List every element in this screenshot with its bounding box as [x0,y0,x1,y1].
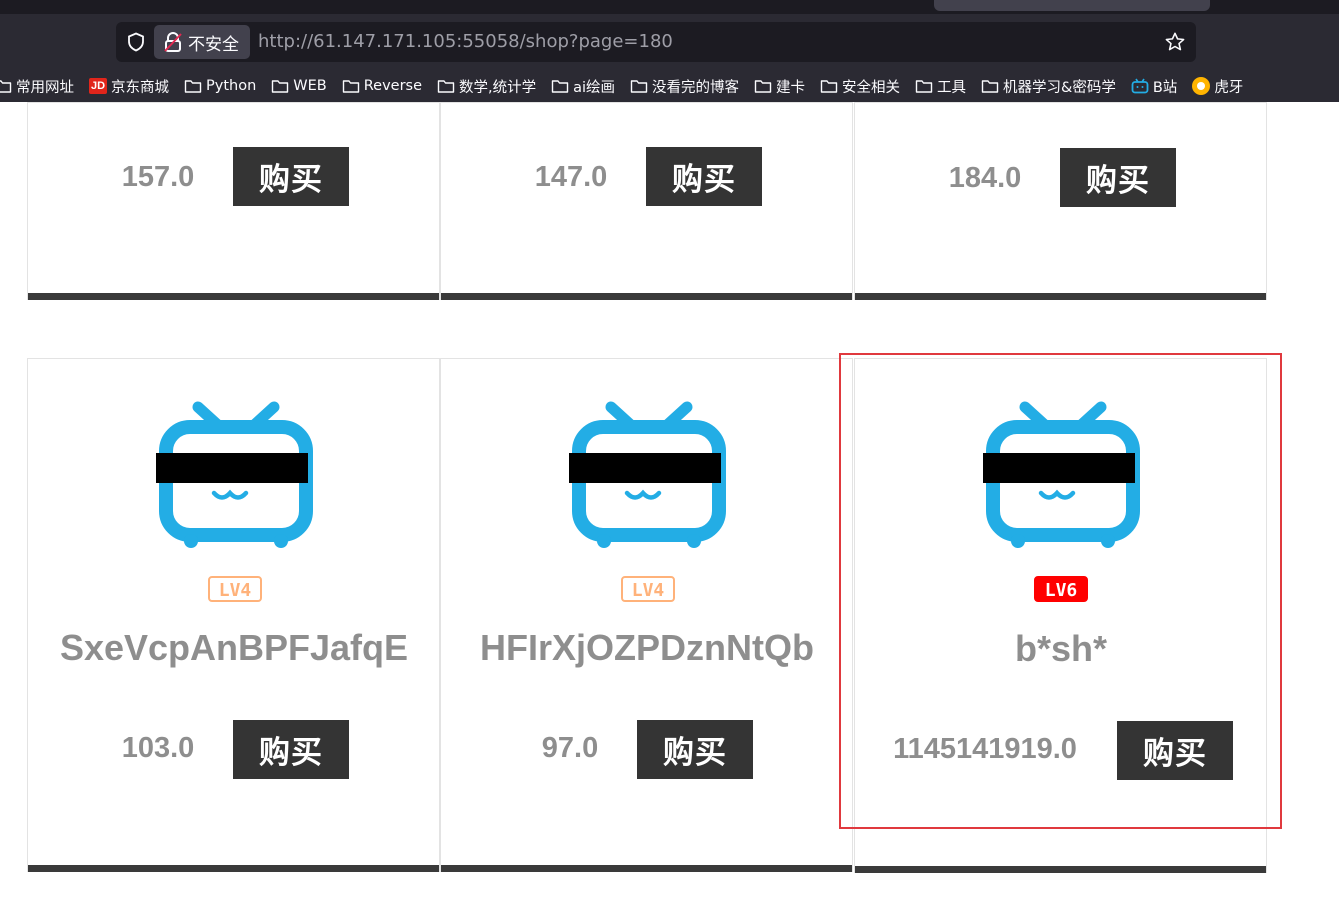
buy-button[interactable]: 购买 [637,720,753,779]
buy-button[interactable]: 购买 [1117,721,1233,780]
bookmark-item[interactable]: WEB [271,78,327,94]
bookmark-item[interactable]: 数学,统计学 [437,76,536,97]
bookmark-item[interactable]: 安全相关 [820,76,900,97]
buy-button[interactable]: 购买 [646,147,762,206]
bookmarks-bar: 常用网址 JD 京东商城 Python WEB Reverse 数学,统计学 ai绘画 没看完的… [0,70,1339,102]
security-indicator[interactable]: 不安全 [154,25,250,59]
product-card: LV6 b*sh* 1145141919.0 购买 [854,358,1267,873]
product-price: 157.0 [121,161,195,193]
product-card: 157.0 购买 [27,102,440,300]
level-text: LV6 [1045,580,1078,601]
bookmark-label: WEB [293,78,327,94]
product-price: 97.0 [541,732,599,764]
folder-icon [437,80,455,93]
product-name: b*sh* [1014,628,1108,669]
card-bottom-bar [441,865,852,872]
bookmark-item[interactable]: 常用网址 [0,76,74,97]
bilibili-icon [1131,78,1149,94]
product-card: 147.0 购买 [440,102,853,300]
card-bottom-bar [28,293,439,300]
product-name: HFIrXjOZPDznNtQb [480,627,814,668]
folder-icon [272,80,289,93]
huya-icon [1192,77,1211,95]
url-path: :55058/shop?page=180 [456,31,673,52]
card-bottom-bar [28,865,439,872]
bookmark-label: 京东商城 [111,79,169,96]
folder-icon [820,80,838,93]
level-text: LV4 [632,580,665,601]
url-bar[interactable]: 不安全 http://61.147.171.105:55058/shop?pag… [116,22,1196,62]
bookmark-item[interactable]: Reverse [342,78,422,94]
level-badge: LV4 [208,576,262,602]
url-text[interactable]: http://61.147.171.105:55058/shop?page=18… [258,31,673,52]
product-price: 1145141919.0 [893,733,1077,765]
folder-icon [981,80,999,93]
level-text: LV4 [219,580,252,601]
bookmark-item[interactable]: ai绘画 [551,76,615,97]
product-name: SxeVcpAnBPFJafqE [59,627,409,668]
folder-icon [754,80,772,93]
folder-icon [0,80,12,93]
bookmark-item[interactable]: 工具 [915,76,966,97]
shield-icon[interactable] [126,32,146,52]
folder-icon [630,80,648,93]
browser-tab-strip [0,0,1339,14]
product-card: LV4 SxeVcpAnBPFJafqE 103.0 购买 [27,358,440,872]
level-badge: LV4 [621,576,675,602]
buy-button[interactable]: 购买 [233,720,349,779]
bookmark-label: Python [206,78,257,94]
bookmark-item[interactable]: JD 京东商城 [89,76,169,97]
bookmark-item[interactable]: 建卡 [754,76,805,97]
folder-icon [915,80,933,93]
folder-icon [342,80,359,93]
bookmark-star-icon[interactable] [1164,31,1186,53]
folder-icon [551,80,569,93]
bookmark-label: 工具 [937,79,967,96]
product-price: 103.0 [121,732,195,764]
jd-icon: JD [89,78,107,94]
bookmark-label: 安全相关 [842,79,901,96]
bookmark-label: 机器学习&密码学 [1003,79,1116,96]
product-price: 184.0 [948,162,1022,194]
censor-bar [156,453,308,483]
level-badge: LV6 [1034,576,1088,602]
folder-icon [184,80,202,93]
bilibili-tv-avatar [156,401,313,548]
bookmark-label: Reverse [363,78,423,94]
product-card: 184.0 购买 [854,102,1267,300]
card-bottom-bar [855,293,1266,300]
buy-button[interactable]: 购买 [233,147,349,206]
bookmark-item[interactable]: 机器学习&密码学 [981,76,1116,97]
insecure-lock-icon [164,32,182,52]
bookmark-item[interactable]: 没看完的博客 [630,76,739,97]
url-host: http://61.147.171.105 [258,31,457,52]
bookmark-label: 建卡 [776,79,806,96]
bookmark-item[interactable]: 虎牙 [1192,76,1243,97]
security-label: 不安全 [188,34,239,55]
bookmark-item[interactable]: Python [184,78,256,94]
browser-toolbar: 不安全 http://61.147.171.105:55058/shop?pag… [0,14,1339,70]
browser-tab[interactable] [934,0,1210,11]
product-price: 147.0 [534,161,608,193]
censor-bar [569,453,721,483]
bookmark-label: 常用网址 [16,79,74,96]
card-bottom-bar [441,293,852,300]
product-card: LV4 HFIrXjOZPDznNtQb 97.0 购买 [440,358,853,872]
buy-button[interactable]: 购买 [1060,148,1176,207]
bookmark-label: 数学,统计学 [459,79,537,96]
bookmark-label: 没看完的博客 [652,79,740,96]
bookmark-label: ai绘画 [573,79,616,96]
bookmark-label: B站 [1152,79,1178,96]
bilibili-tv-avatar [983,401,1140,548]
censor-bar [983,453,1135,483]
bilibili-tv-avatar [569,401,726,548]
bookmark-label: 虎牙 [1214,79,1244,96]
bookmark-item[interactable]: B站 [1131,76,1177,97]
card-bottom-bar [855,866,1266,873]
